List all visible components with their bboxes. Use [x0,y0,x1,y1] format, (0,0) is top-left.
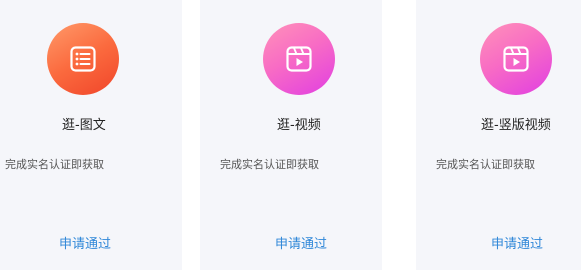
card-title: 逛-图文 [62,118,106,133]
icon-badge [47,23,119,95]
card-title: 逛-竖版视频 [481,118,551,133]
card-title: 逛-视频 [277,118,321,133]
apply-status-link[interactable]: 申请通过 [491,233,543,252]
list-document-icon [70,46,96,72]
video-play-icon [286,46,312,72]
icon-badge [263,23,335,95]
card-description: 完成实名认证即获取 [436,158,535,171]
icon-badge [480,23,552,95]
apply-status-link[interactable]: 申请通过 [59,233,111,252]
video-play-icon [503,46,529,72]
card-video: 逛-视频 完成实名认证即获取 申请通过 [200,0,382,270]
apply-status-link[interactable]: 申请通过 [275,233,327,252]
card-description: 完成实名认证即获取 [5,158,104,171]
card-vertical-video: 逛-竖版视频 完成实名认证即获取 申请通过 [416,0,581,270]
card-description: 完成实名认证即获取 [220,158,319,171]
card-graphic-text: 逛-图文 完成实名认证即获取 申请通过 [0,0,182,270]
